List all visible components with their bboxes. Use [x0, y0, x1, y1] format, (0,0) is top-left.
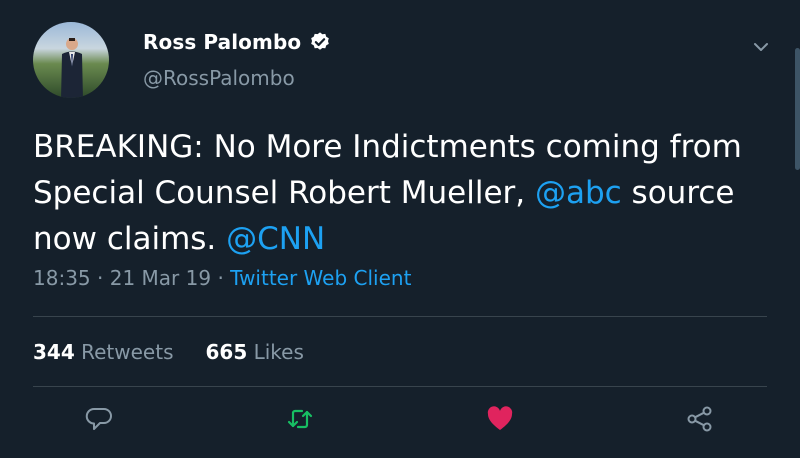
mention-link[interactable]: @CNN: [226, 221, 325, 257]
avatar-photo: [61, 38, 83, 98]
likes-stat[interactable]: 665 Likes: [205, 340, 303, 364]
scrollbar[interactable]: [795, 48, 800, 170]
display-name[interactable]: Ross Palombo: [143, 30, 301, 54]
avatar[interactable]: [33, 22, 109, 98]
user-handle[interactable]: @RossPalombo: [143, 66, 295, 90]
tweet-meta: 18:35 · 21 Mar 19 · Twitter Web Client: [33, 266, 411, 290]
client-link[interactable]: Twitter Web Client: [230, 266, 411, 290]
separator-dot: ·: [217, 266, 224, 290]
likes-label: Likes: [253, 340, 304, 364]
tweet-stats: 344 Retweets 665 Likes: [33, 340, 304, 364]
retweets-stat[interactable]: 344 Retweets: [33, 340, 173, 364]
separator-dot: ·: [97, 266, 104, 290]
retweets-count: 344: [33, 340, 75, 364]
author-name-row[interactable]: Ross Palombo: [143, 30, 331, 54]
mention-link[interactable]: @abc: [535, 175, 622, 211]
likes-count: 665: [205, 340, 248, 364]
tweet-date[interactable]: 21 Mar 19: [110, 266, 211, 290]
retweet-icon[interactable]: [285, 404, 315, 434]
tweet-text: BREAKING: No More Indictments coming fro…: [33, 124, 778, 262]
chevron-down-icon[interactable]: [752, 38, 770, 56]
divider: [33, 386, 767, 387]
retweets-label: Retweets: [81, 340, 174, 364]
action-bar: [0, 404, 800, 438]
divider: [33, 316, 767, 317]
tweet-time[interactable]: 18:35: [33, 266, 91, 290]
share-icon[interactable]: [685, 404, 715, 434]
reply-icon[interactable]: [85, 404, 115, 434]
like-icon[interactable]: [485, 404, 515, 434]
verified-badge-icon: [311, 32, 330, 50]
